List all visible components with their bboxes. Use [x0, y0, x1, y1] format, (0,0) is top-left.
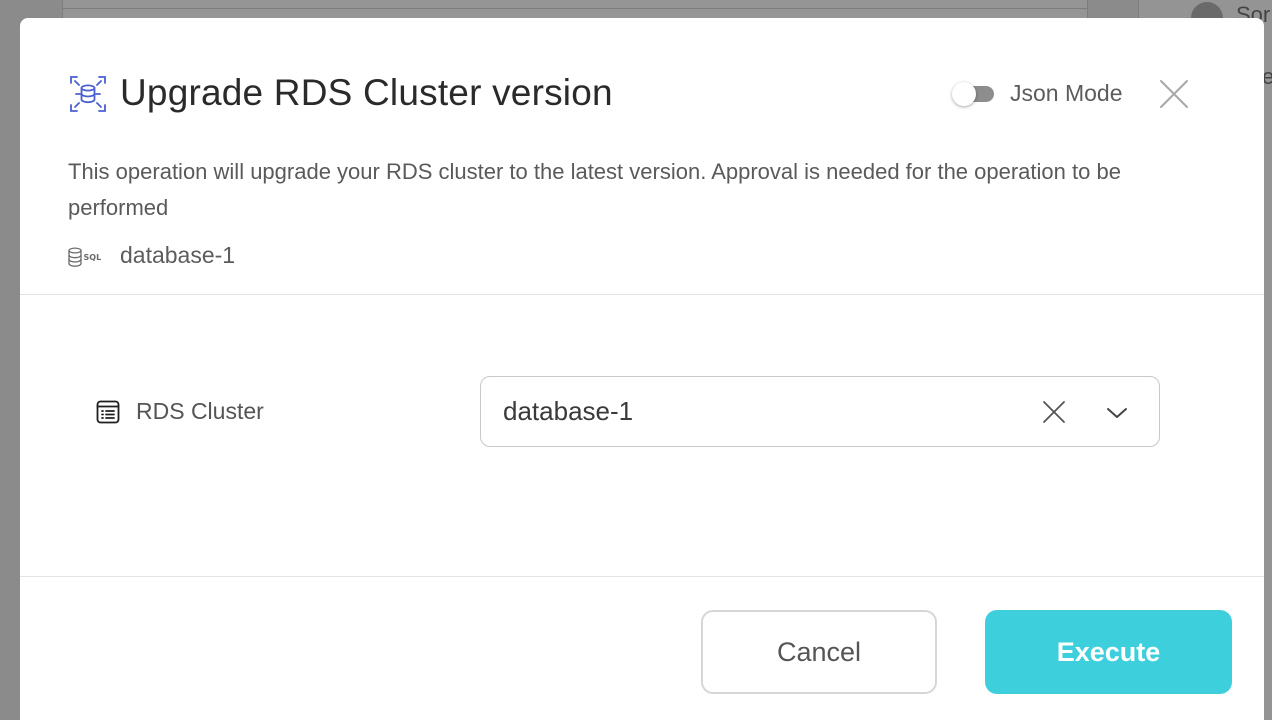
chevron-down-icon[interactable]: [1105, 401, 1129, 425]
resource-name: database-1: [120, 242, 236, 268]
dialog-title: Upgrade RDS Cluster version: [120, 72, 613, 113]
rds-cluster-select[interactable]: database-1: [480, 376, 1160, 447]
background-table-panel: [62, 0, 1088, 18]
clear-icon[interactable]: [1041, 399, 1067, 425]
upgrade-dialog: Upgrade RDS Cluster version Json Mode Th…: [20, 18, 1264, 720]
json-mode-toggle[interactable]: [952, 82, 994, 106]
close-icon[interactable]: [1158, 78, 1190, 110]
svg-text:SQL: SQL: [84, 253, 102, 262]
sql-database-icon: SQL: [68, 246, 108, 268]
dialog-header: Upgrade RDS Cluster version Json Mode Th…: [20, 18, 1264, 295]
dialog-form: RDS Cluster database-1: [20, 296, 1264, 577]
dialog-description: This operation will upgrade your RDS clu…: [68, 159, 1121, 220]
list-icon: [96, 400, 120, 424]
cancel-button[interactable]: Cancel: [701, 610, 937, 694]
execute-button[interactable]: Execute: [985, 610, 1232, 694]
rds-cluster-label: RDS Cluster: [136, 398, 264, 424]
database-scan-icon: [68, 74, 108, 114]
select-value: database-1: [503, 396, 634, 426]
toggle-knob: [952, 82, 976, 106]
json-mode-label[interactable]: Json Mode: [1010, 80, 1123, 107]
